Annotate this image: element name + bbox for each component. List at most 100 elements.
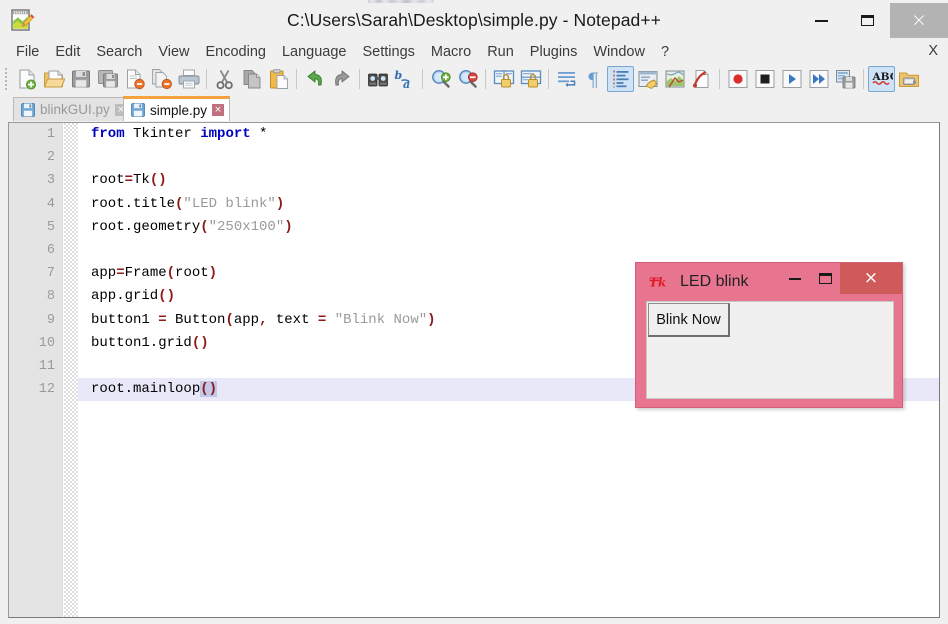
save-icon[interactable] <box>67 66 94 92</box>
tab-label: simple.py <box>150 102 208 118</box>
fold-margin[interactable] <box>64 123 78 617</box>
tab-blinkgui-py[interactable]: blinkGUI.py × <box>13 97 133 121</box>
paste-icon[interactable] <box>265 66 292 92</box>
minimize-icon <box>814 19 828 22</box>
code-line-text: root.title("LED blink") <box>91 195 285 212</box>
tk-maximize-button[interactable] <box>810 263 840 294</box>
zoom-in-icon[interactable] <box>427 66 454 92</box>
menu-item-file[interactable]: File <box>8 42 47 62</box>
toolbar-separator <box>485 69 486 89</box>
close-button[interactable]: × <box>890 3 948 38</box>
user-defined-dialog-icon[interactable] <box>634 66 661 92</box>
zoom-out-icon[interactable] <box>454 66 481 92</box>
menu-item-[interactable]: ? <box>653 42 677 62</box>
cut-icon[interactable] <box>211 66 238 92</box>
menu-item-edit[interactable]: Edit <box>47 42 88 62</box>
maximize-button[interactable] <box>844 3 890 38</box>
open-file-icon[interactable] <box>40 66 67 92</box>
show-all-characters-icon[interactable]: ¶ <box>580 66 607 92</box>
tab-close-icon[interactable]: × <box>212 104 225 116</box>
notepad-plus-plus-window: C:\Users\Sarah\Desktop\simple.py - Notep… <box>0 0 948 624</box>
toolbar-separator <box>719 69 720 89</box>
undo-icon[interactable] <box>301 66 328 92</box>
tk-title-bar[interactable]: Tk LED blink × <box>636 263 902 300</box>
tab-label: blinkGUI.py <box>40 102 110 117</box>
tk-minimize-button[interactable] <box>780 263 810 294</box>
run-macro-multiple-icon[interactable] <box>805 66 832 92</box>
line-number: 8 <box>46 289 55 305</box>
line-number: 3 <box>46 173 55 189</box>
close-document-x[interactable]: X <box>928 43 938 59</box>
toolbar: b a ¶ AB <box>0 64 948 94</box>
code-line[interactable]: root=Tk() <box>78 169 939 192</box>
tk-window-controls: × <box>780 263 902 294</box>
line-number: 12 <box>38 382 55 398</box>
show-indent-guide-icon[interactable] <box>607 66 634 92</box>
title-bar: C:\Users\Sarah\Desktop\simple.py - Notep… <box>0 3 948 38</box>
toolbar-separator <box>296 69 297 89</box>
menu-item-encoding[interactable]: Encoding <box>198 42 274 62</box>
tkinter-led-blink-window[interactable]: Tk LED blink × Blink Now <box>635 262 903 408</box>
sync-horizontal-scroll-icon[interactable] <box>517 66 544 92</box>
sync-vertical-scroll-icon[interactable] <box>490 66 517 92</box>
stop-record-macro-icon[interactable] <box>751 66 778 92</box>
file-browser-icon[interactable] <box>895 66 922 92</box>
code-line[interactable]: root.title("LED blink") <box>78 193 939 216</box>
svg-text:b: b <box>394 69 402 82</box>
save-macro-icon[interactable] <box>832 66 859 92</box>
menu-bar: File Edit Search View Encoding Language Settin… <box>0 40 948 64</box>
line-number: 10 <box>38 335 55 351</box>
code-line[interactable] <box>78 239 939 262</box>
find-icon[interactable] <box>364 66 391 92</box>
line-number: 11 <box>38 358 55 374</box>
tk-client-area: Blink Now <box>646 301 894 399</box>
close-file-icon[interactable] <box>121 66 148 92</box>
code-line-text: app.grid() <box>91 288 176 305</box>
function-list-icon[interactable] <box>688 66 715 92</box>
word-wrap-icon[interactable] <box>553 66 580 92</box>
replace-icon[interactable]: b a <box>391 66 418 92</box>
maximize-icon <box>860 15 874 26</box>
document-map-icon[interactable] <box>661 66 688 92</box>
menu-item-settings[interactable]: Settings <box>354 42 422 62</box>
tk-window-title: LED blink <box>680 272 749 290</box>
code-line-text: button1.grid() <box>91 334 209 351</box>
close-all-files-icon[interactable] <box>148 66 175 92</box>
menu-item-search[interactable]: Search <box>88 42 150 62</box>
menu-item-view[interactable]: View <box>150 42 197 62</box>
toolbar-separator <box>359 69 360 89</box>
play-macro-icon[interactable] <box>778 66 805 92</box>
menu-item-language[interactable]: Language <box>274 42 355 62</box>
blink-now-button[interactable]: Blink Now <box>648 303 730 337</box>
minimize-icon <box>789 277 801 280</box>
menu-item-window[interactable]: Window <box>585 42 653 62</box>
code-line[interactable]: from Tkinter import * <box>78 123 939 146</box>
code-line[interactable]: root.geometry("250x100") <box>78 216 939 239</box>
start-record-macro-icon[interactable] <box>724 66 751 92</box>
line-number: 9 <box>46 312 55 328</box>
tk-close-button[interactable]: × <box>840 263 902 294</box>
toolbar-grip[interactable] <box>5 68 9 90</box>
code-line-text: root=Tk() <box>91 172 167 189</box>
redo-icon[interactable] <box>328 66 355 92</box>
tab-simple-py[interactable]: simple.py × <box>123 96 231 121</box>
code-line[interactable] <box>78 146 939 169</box>
new-file-icon[interactable] <box>13 66 40 92</box>
menu-item-plugins[interactable]: Plugins <box>522 42 586 62</box>
toolbar-separator <box>206 69 207 89</box>
minimize-button[interactable] <box>798 3 844 38</box>
spell-check-icon[interactable]: ABC <box>868 66 895 92</box>
line-number: 1 <box>46 127 55 142</box>
toolbar-separator <box>863 69 864 89</box>
menu-item-run[interactable]: Run <box>479 42 522 62</box>
tab-bar: blinkGUI.py × simple.py × <box>0 94 948 122</box>
close-icon: × <box>911 9 927 31</box>
save-all-icon[interactable] <box>94 66 121 92</box>
close-icon: × <box>863 268 879 288</box>
copy-icon[interactable] <box>238 66 265 92</box>
print-icon[interactable] <box>175 66 202 92</box>
floppy-disk-icon <box>131 103 145 117</box>
code-line-text: app=Frame(root) <box>91 265 218 282</box>
menu-item-macro[interactable]: Macro <box>423 42 479 62</box>
line-number: 5 <box>46 219 55 235</box>
